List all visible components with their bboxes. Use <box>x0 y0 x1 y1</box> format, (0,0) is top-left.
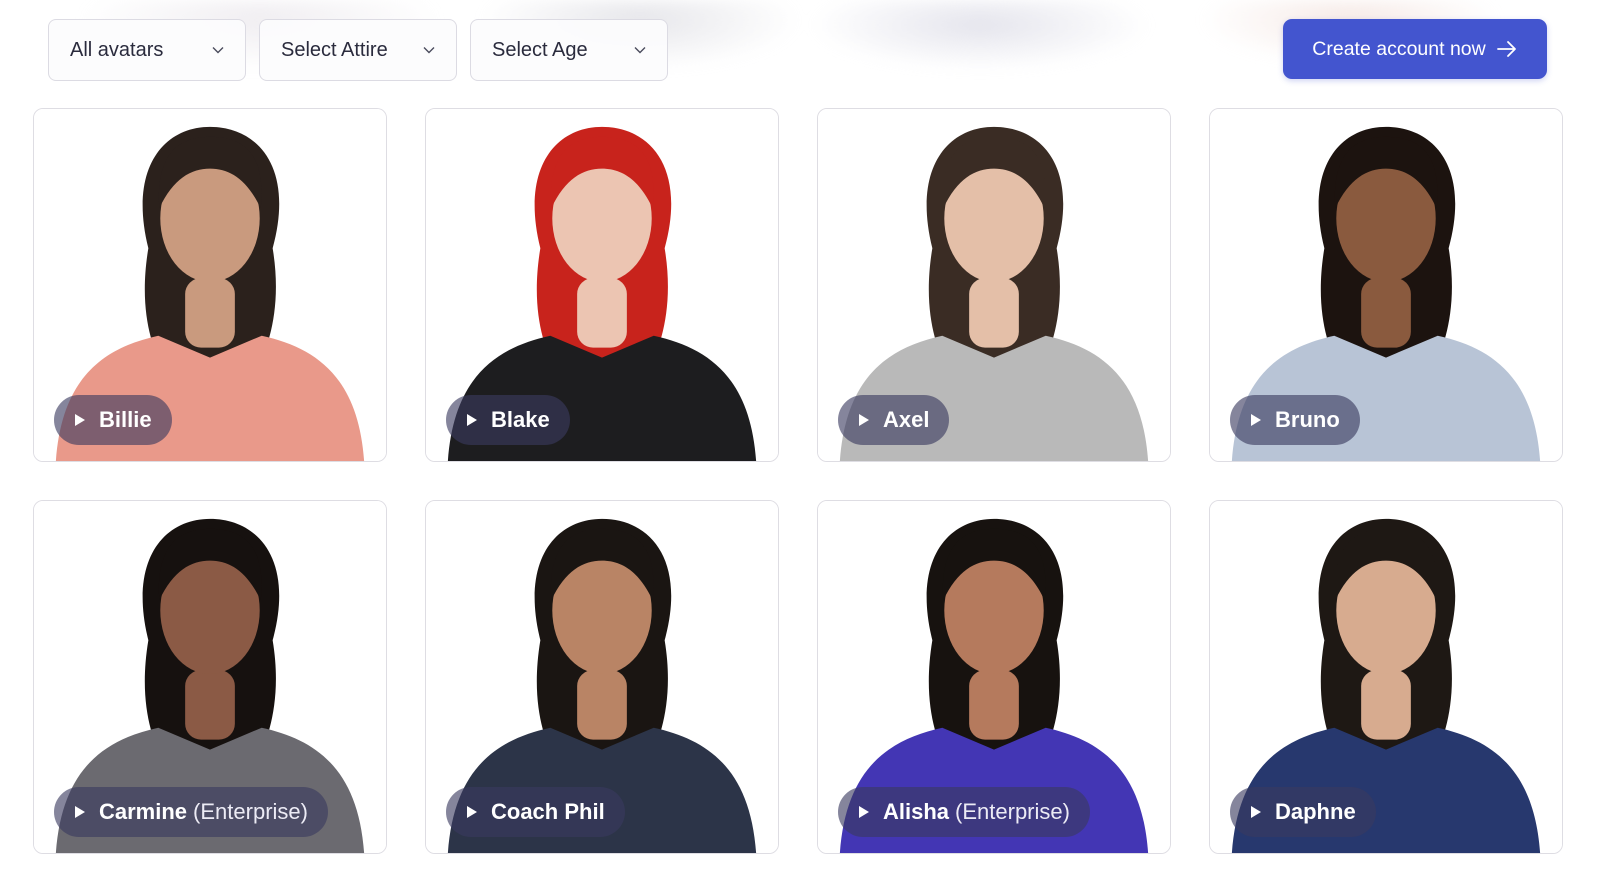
age-select-label: Select Age <box>492 38 588 61</box>
avatar-type-select-label: All avatars <box>70 38 164 61</box>
avatar-name: Billie <box>99 407 152 432</box>
create-account-label: Create account now <box>1312 37 1486 60</box>
portrait-neck <box>185 278 235 348</box>
chevron-down-icon <box>634 47 646 54</box>
play-icon <box>467 414 477 426</box>
avatar-name: Alisha <box>883 799 950 824</box>
chevron-down-icon <box>212 47 224 54</box>
play-icon <box>75 414 85 426</box>
avatar-card[interactable]: Alisha (Enterprise) <box>817 500 1171 854</box>
attire-select[interactable]: Select Attire <box>259 19 457 81</box>
play-icon <box>859 806 869 818</box>
filter-toolbar: All avatars Select Attire Select Age Cre… <box>0 0 1600 90</box>
play-icon <box>859 414 869 426</box>
arrow-right-icon <box>1496 41 1516 57</box>
avatar-preview-button[interactable]: Blake <box>446 395 570 445</box>
avatar-type-select[interactable]: All avatars <box>48 19 246 81</box>
play-icon <box>75 806 85 818</box>
avatar-name: Axel <box>883 407 930 432</box>
avatar-card[interactable]: Axel <box>817 108 1171 462</box>
portrait-neck <box>185 670 235 740</box>
avatar-card[interactable]: Bruno <box>1209 108 1563 462</box>
avatar-preview-button[interactable]: Billie <box>54 395 172 445</box>
avatar-name: Bruno <box>1275 407 1340 432</box>
avatar-card[interactable]: Blake <box>425 108 779 462</box>
portrait-neck <box>577 670 627 740</box>
portrait-neck <box>1361 670 1411 740</box>
avatar-name: Carmine <box>99 799 188 824</box>
chevron-down-icon <box>423 47 435 54</box>
portrait-neck <box>969 670 1019 740</box>
avatar-preview-button[interactable]: Alisha (Enterprise) <box>838 787 1090 837</box>
create-account-button[interactable]: Create account now <box>1283 19 1547 79</box>
avatar-name: Blake <box>491 407 550 432</box>
avatar-card[interactable]: Billie <box>33 108 387 462</box>
avatar-preview-button[interactable]: Carmine (Enterprise) <box>54 787 328 837</box>
attire-select-label: Select Attire <box>281 38 388 61</box>
play-icon <box>1251 414 1261 426</box>
avatar-preview-button[interactable]: Axel <box>838 395 950 445</box>
avatar-preview-button[interactable]: Coach Phil <box>446 787 625 837</box>
portrait-neck <box>969 278 1019 348</box>
avatar-tier: (Enterprise) <box>193 799 308 824</box>
avatar-card[interactable]: Daphne <box>1209 500 1563 854</box>
avatar-name: Daphne <box>1275 799 1356 824</box>
portrait-neck <box>1361 278 1411 348</box>
portrait-neck <box>577 278 627 348</box>
play-icon <box>467 806 477 818</box>
avatar-preview-button[interactable]: Daphne <box>1230 787 1376 837</box>
avatar-preview-button[interactable]: Bruno <box>1230 395 1360 445</box>
play-icon <box>1251 806 1261 818</box>
avatar-card[interactable]: Carmine (Enterprise) <box>33 500 387 854</box>
age-select[interactable]: Select Age <box>470 19 668 81</box>
avatar-name: Coach Phil <box>491 799 605 824</box>
avatar-tier: (Enterprise) <box>955 799 1070 824</box>
avatar-card[interactable]: Coach Phil <box>425 500 779 854</box>
